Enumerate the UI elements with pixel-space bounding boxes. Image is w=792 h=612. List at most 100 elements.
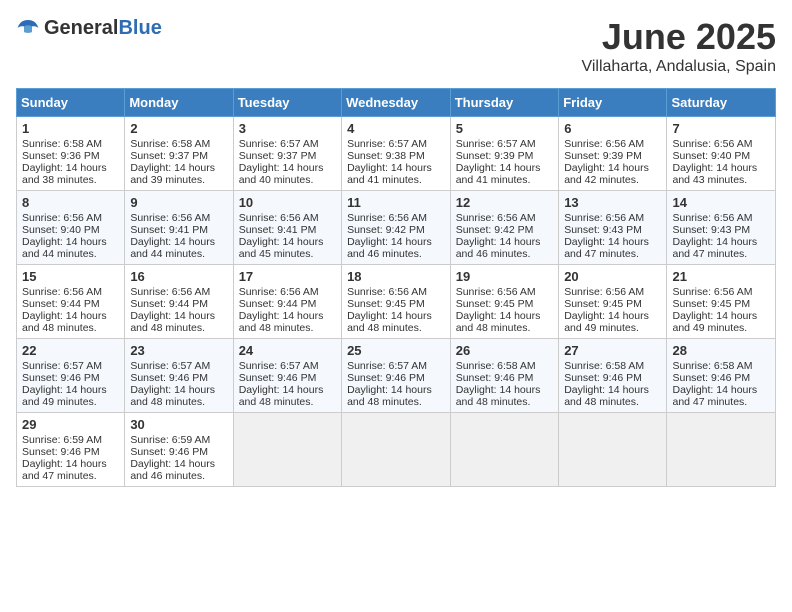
sunset-label: Sunset: 9:46 PM [239, 372, 317, 384]
sunset-label: Sunset: 9:43 PM [564, 224, 642, 236]
sunrise-label: Sunrise: 6:57 AM [22, 360, 102, 372]
calendar-day-header: Saturday [667, 89, 776, 117]
calendar-day-cell [559, 413, 667, 487]
daylight-label: Daylight: 14 hours and 48 minutes. [456, 310, 541, 334]
day-number: 21 [672, 269, 770, 284]
daylight-label: Daylight: 14 hours and 48 minutes. [564, 384, 649, 408]
logo-blue: Blue [118, 17, 161, 39]
day-number: 9 [130, 195, 227, 210]
day-number: 12 [456, 195, 553, 210]
daylight-label: Daylight: 14 hours and 48 minutes. [130, 384, 215, 408]
subtitle: Villaharta, Andalusia, Spain [581, 58, 776, 76]
sunrise-label: Sunrise: 6:56 AM [564, 212, 644, 224]
sunrise-label: Sunrise: 6:56 AM [672, 138, 752, 150]
sunrise-label: Sunrise: 6:57 AM [239, 360, 319, 372]
calendar-day-cell: 16Sunrise: 6:56 AMSunset: 9:44 PMDayligh… [125, 265, 233, 339]
sunset-label: Sunset: 9:37 PM [239, 150, 317, 162]
day-number: 19 [456, 269, 553, 284]
calendar-day-cell: 28Sunrise: 6:58 AMSunset: 9:46 PMDayligh… [667, 339, 776, 413]
daylight-label: Daylight: 14 hours and 47 minutes. [672, 384, 757, 408]
sunset-label: Sunset: 9:44 PM [22, 298, 100, 310]
calendar-day-cell: 27Sunrise: 6:58 AMSunset: 9:46 PMDayligh… [559, 339, 667, 413]
day-number: 17 [239, 269, 336, 284]
sunrise-label: Sunrise: 6:58 AM [130, 138, 210, 150]
calendar-day-cell: 15Sunrise: 6:56 AMSunset: 9:44 PMDayligh… [17, 265, 125, 339]
sunset-label: Sunset: 9:46 PM [130, 372, 208, 384]
daylight-label: Daylight: 14 hours and 48 minutes. [130, 310, 215, 334]
calendar-week-row: 8Sunrise: 6:56 AMSunset: 9:40 PMDaylight… [17, 191, 776, 265]
calendar-day-cell: 13 Sunrise: 6:56 AMSunset: 9:43 PMDayligh… [559, 191, 667, 265]
calendar-day-header: Monday [125, 89, 233, 117]
sunset-label: Sunset: 9:39 PM [456, 150, 534, 162]
logo-icon [16, 16, 40, 40]
daylight-label: Daylight: 14 hours and 43 minutes. [672, 162, 757, 186]
sunset-label: Sunset: 9:45 PM [672, 298, 750, 310]
calendar-day-cell: 30Sunrise: 6:59 AMSunset: 9:46 PMDayligh… [125, 413, 233, 487]
sunrise-label: Sunrise: 6:56 AM [564, 138, 644, 150]
day-number: 18 [347, 269, 445, 284]
day-number: 13 [564, 195, 661, 210]
day-number: 24 [239, 343, 336, 358]
calendar-day-cell: 18Sunrise: 6:56 AMSunset: 9:45 PMDayligh… [342, 265, 451, 339]
daylight-label: Daylight: 14 hours and 47 minutes. [564, 236, 649, 260]
daylight-label: Daylight: 14 hours and 41 minutes. [456, 162, 541, 186]
day-number: 23 [130, 343, 227, 358]
sunset-label: Sunset: 9:41 PM [239, 224, 317, 236]
sunset-label: Sunset: 9:45 PM [347, 298, 425, 310]
sunrise-label: Sunrise: 6:57 AM [347, 138, 427, 150]
day-number: 30 [130, 417, 227, 432]
sunset-label: Sunset: 9:44 PM [239, 298, 317, 310]
sunrise-label: Sunrise: 6:59 AM [130, 434, 210, 446]
calendar-day-cell: 22Sunrise: 6:57 AMSunset: 9:46 PMDayligh… [17, 339, 125, 413]
calendar-day-cell: 26Sunrise: 6:58 AMSunset: 9:46 PMDayligh… [450, 339, 558, 413]
day-number: 10 [239, 195, 336, 210]
day-number: 4 [347, 121, 445, 136]
day-number: 25 [347, 343, 445, 358]
sunset-label: Sunset: 9:46 PM [564, 372, 642, 384]
sunrise-label: Sunrise: 6:56 AM [239, 212, 319, 224]
daylight-label: Daylight: 14 hours and 42 minutes. [564, 162, 649, 186]
calendar-week-row: 1Sunrise: 6:58 AMSunset: 9:36 PMDaylight… [17, 117, 776, 191]
day-number: 8 [22, 195, 119, 210]
calendar-day-cell [342, 413, 451, 487]
day-number: 26 [456, 343, 553, 358]
daylight-label: Daylight: 14 hours and 48 minutes. [456, 384, 541, 408]
calendar-day-cell: 3Sunrise: 6:57 AMSunset: 9:37 PMDaylight… [233, 117, 341, 191]
sunrise-label: Sunrise: 6:58 AM [22, 138, 102, 150]
daylight-label: Daylight: 14 hours and 48 minutes. [239, 384, 324, 408]
sunrise-label: Sunrise: 6:56 AM [456, 212, 536, 224]
calendar-day-cell: 14Sunrise: 6:56 AMSunset: 9:43 PMDayligh… [667, 191, 776, 265]
calendar-day-cell: 19Sunrise: 6:56 AMSunset: 9:45 PMDayligh… [450, 265, 558, 339]
sunrise-label: Sunrise: 6:56 AM [456, 286, 536, 298]
sunset-label: Sunset: 9:40 PM [22, 224, 100, 236]
calendar-day-header: Friday [559, 89, 667, 117]
sunset-label: Sunset: 9:46 PM [672, 372, 750, 384]
sunset-label: Sunset: 9:43 PM [672, 224, 750, 236]
daylight-label: Daylight: 14 hours and 44 minutes. [130, 236, 215, 260]
calendar-day-cell: 23Sunrise: 6:57 AMSunset: 9:46 PMDayligh… [125, 339, 233, 413]
daylight-label: Daylight: 14 hours and 44 minutes. [22, 236, 107, 260]
daylight-label: Daylight: 14 hours and 49 minutes. [564, 310, 649, 334]
daylight-label: Daylight: 14 hours and 38 minutes. [22, 162, 107, 186]
sunrise-label: Sunrise: 6:56 AM [672, 286, 752, 298]
logo-general: General [44, 17, 118, 39]
daylight-label: Daylight: 14 hours and 48 minutes. [347, 310, 432, 334]
sunset-label: Sunset: 9:44 PM [130, 298, 208, 310]
day-number: 29 [22, 417, 119, 432]
day-number: 1 [22, 121, 119, 136]
daylight-label: Daylight: 14 hours and 41 minutes. [347, 162, 432, 186]
sunset-label: Sunset: 9:46 PM [347, 372, 425, 384]
sunrise-label: Sunrise: 6:59 AM [22, 434, 102, 446]
calendar-day-header: Thursday [450, 89, 558, 117]
calendar-day-cell: 6Sunrise: 6:56 AMSunset: 9:39 PMDaylight… [559, 117, 667, 191]
sunrise-label: Sunrise: 6:56 AM [672, 212, 752, 224]
daylight-label: Daylight: 14 hours and 48 minutes. [347, 384, 432, 408]
calendar-day-cell [450, 413, 558, 487]
sunrise-label: Sunrise: 6:56 AM [564, 286, 644, 298]
calendar-day-cell: 10Sunrise: 6:56 AMSunset: 9:41 PMDayligh… [233, 191, 341, 265]
daylight-label: Daylight: 14 hours and 46 minutes. [130, 458, 215, 482]
sunset-label: Sunset: 9:46 PM [22, 372, 100, 384]
calendar-day-header: Tuesday [233, 89, 341, 117]
calendar-week-row: 29Sunrise: 6:59 AMSunset: 9:46 PMDayligh… [17, 413, 776, 487]
sunrise-label: Sunrise: 6:56 AM [239, 286, 319, 298]
